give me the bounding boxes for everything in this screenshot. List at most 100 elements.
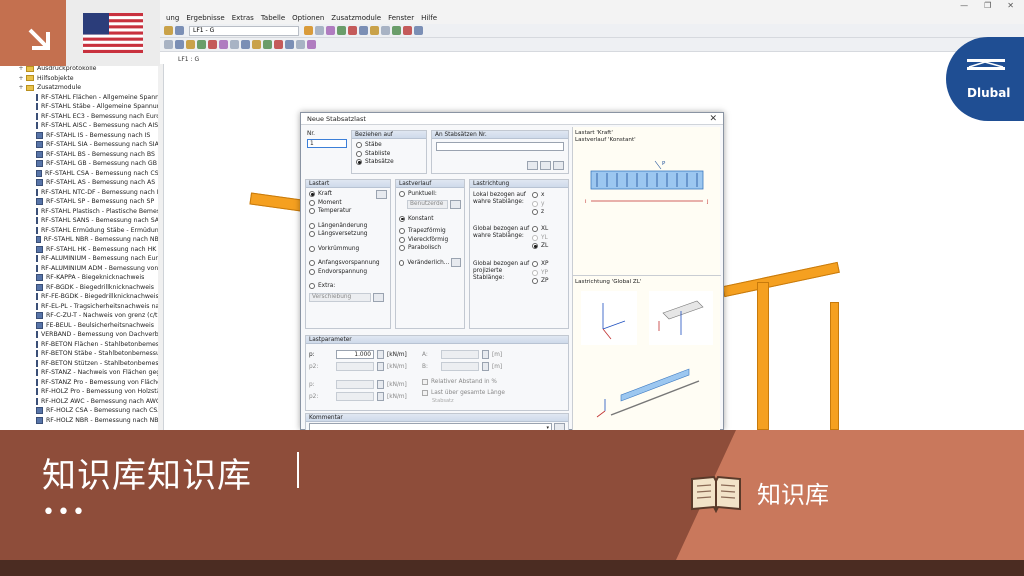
dlubal-logo[interactable] <box>946 37 1024 121</box>
tree-item[interactable]: RF-STAHL NTC-DF - Bemessung nach NT <box>14 188 163 198</box>
select-members-button[interactable] <box>527 161 538 170</box>
member-icon[interactable] <box>186 40 195 49</box>
tree-item[interactable]: RF-ALUMINIUM ADM - Bemessung von S <box>14 264 163 274</box>
us-flag-icon[interactable] <box>83 13 143 53</box>
p2-input[interactable] <box>336 362 374 371</box>
p3-spin-button[interactable] <box>377 380 384 389</box>
lastart-option-extra[interactable]: Extra: <box>309 282 387 291</box>
guide-icon[interactable] <box>296 40 305 49</box>
relative-distance-checkbox[interactable]: Relativer Abstand in % <box>422 378 497 387</box>
beziehen-option[interactable]: Stabsätze <box>356 158 422 167</box>
node-icon[interactable] <box>164 40 173 49</box>
lokal-option[interactable]: x <box>532 191 544 200</box>
b-input[interactable] <box>441 362 479 371</box>
tree-item[interactable]: RF-ALUMINIUM - Bemessung nach Eurod <box>14 254 163 264</box>
global-option[interactable]: XL <box>532 225 548 234</box>
full-length-checkbox[interactable]: Last über gesamte Länge <box>422 389 505 398</box>
lastart-option-laengsversetzung[interactable]: Längsversetzung <box>309 230 387 239</box>
member-sets-input[interactable] <box>436 142 564 151</box>
p-spin-button[interactable] <box>377 350 384 359</box>
more-dots[interactable]: ••• <box>42 500 87 525</box>
select-icon[interactable] <box>414 26 423 35</box>
tree-item[interactable]: RF-STAHL Flächen - Allgemeine Spannun <box>14 93 163 103</box>
kraft-settings-button[interactable] <box>376 189 387 199</box>
close-icon[interactable]: ✕ <box>1007 1 1014 10</box>
tree-item[interactable]: FE-BEUL - Beulsicherheitsnachweis <box>14 321 163 331</box>
loadcase-combo[interactable]: LF1 - G <box>189 25 299 36</box>
nr-input[interactable]: 1 <box>307 139 347 148</box>
mark-icon[interactable] <box>348 26 357 35</box>
menu-item-optionen[interactable]: Optionen <box>292 14 324 22</box>
dimension-icon[interactable] <box>285 40 294 49</box>
global-option[interactable]: ZL <box>532 242 548 251</box>
expand-icon[interactable]: + <box>18 84 24 91</box>
tree-item[interactable]: RF-STAHL Stäbe - Allgemeine Spannungs <box>14 102 163 112</box>
menu-item-ergebnisse[interactable]: Ergebnisse <box>186 14 224 22</box>
tree-item[interactable]: RF-KAPPA - Biegeknicknachweis <box>14 273 163 283</box>
b-spin-button[interactable] <box>482 362 489 371</box>
lastverlauf-option-parabolisch[interactable]: Parabolisch <box>399 244 461 253</box>
tree-item[interactable]: RF-BETON Flächen - Stahlbetonbemessur <box>14 340 163 350</box>
tree-item[interactable]: RF-HOLZ AWC - Bemessung nach AWC ( <box>14 397 163 407</box>
menu-item-hilfe[interactable]: Hilfe <box>421 14 437 22</box>
table-icon[interactable] <box>370 26 379 35</box>
display-icon[interactable] <box>326 26 335 35</box>
tree-item[interactable]: RF-HOLZ CSA - Bemessung nach CSA <box>14 406 163 416</box>
open-icon[interactable] <box>164 26 173 35</box>
tree-item[interactable]: RF-HOLZ NBR - Bemessung nach NBR <box>14 416 163 426</box>
p4-input[interactable] <box>336 392 374 401</box>
tree-item[interactable]: RF-STANZ - Nachweis von Flächen geger <box>14 368 163 378</box>
lastart-option-laengenaenderung[interactable]: Längenänderung <box>309 222 387 231</box>
lastart-option-temperatur[interactable]: Temperatur <box>309 207 387 216</box>
menu-item-zusatzmodule[interactable]: Zusatzmodule <box>331 14 381 22</box>
tree-item[interactable]: RF-EL-PL - Tragsicherheitsnachweis nach <box>14 302 163 312</box>
tree-item[interactable]: RF-STAHL SANS - Bemessung nach SANS <box>14 216 163 226</box>
tree-item[interactable]: RF-STAHL NBR - Bemessung nach NBR <box>14 235 163 245</box>
tree-item[interactable]: RF-FE-BGDK - Biegedrillknicknachweis m <box>14 292 163 302</box>
clear-members-button[interactable] <box>553 161 564 170</box>
p-input[interactable]: 1.000 <box>336 350 374 359</box>
tree-item[interactable]: RF-STAHL AISC - Bemessung nach AISC ( <box>14 121 163 131</box>
tree-item[interactable]: RF-STAHL CSA - Bemessung nach CSA <box>14 169 163 179</box>
pick-members-button[interactable] <box>540 161 551 170</box>
tree-item[interactable]: RF-STAHL Plastisch - Plastische Bemessur <box>14 207 163 217</box>
proj-option[interactable]: ZP <box>532 277 548 286</box>
category-label[interactable]: 知识库 <box>757 475 829 510</box>
view-icon[interactable] <box>337 26 346 35</box>
lastart-option-anfangsvorspannung[interactable]: Anfangsvorspannung <box>309 259 387 268</box>
tree-scrollbar[interactable] <box>158 64 163 430</box>
hinge-icon[interactable] <box>230 40 239 49</box>
beziehen-option[interactable]: Stabliste <box>356 150 422 159</box>
lastart-option-endvorspannung[interactable]: Endvorspannung <box>309 268 387 277</box>
veraenderlich-settings-button[interactable] <box>451 258 461 268</box>
a-spin-button[interactable] <box>482 350 489 359</box>
section-icon[interactable] <box>241 40 250 49</box>
tree-item[interactable]: RF-STANZ Pro - Bemessung von Flächen ge <box>14 378 163 388</box>
calc-icon[interactable] <box>304 26 313 35</box>
lastart-option-moment[interactable]: Moment <box>309 199 387 208</box>
tree-item[interactable]: + Hilfsobjekte <box>14 74 163 84</box>
support-icon[interactable] <box>208 40 217 49</box>
tree-item[interactable]: RF-STAHL GB - Bemessung nach GB <box>14 159 163 169</box>
tree-item[interactable]: RF-STAHL HK - Bemessung nach HK <box>14 245 163 255</box>
tree-item[interactable]: RF-STAHL BS - Bemessung nach BS <box>14 150 163 160</box>
tree-item[interactable]: RF-STAHL SIA - Bemessung nach SIA <box>14 140 163 150</box>
restore-icon[interactable]: ❐ <box>984 1 991 10</box>
a-input[interactable] <box>441 350 479 359</box>
snap-icon[interactable] <box>274 40 283 49</box>
extra-settings-button[interactable] <box>373 292 384 302</box>
tree-item[interactable]: RF-STAHL IS - Bemessung nach IS <box>14 131 163 141</box>
lastart-option-vorkruemmung[interactable]: Vorkrümmung <box>309 245 387 254</box>
expand-icon[interactable]: + <box>18 65 24 72</box>
rotate-icon[interactable] <box>392 26 401 35</box>
beziehen-option[interactable]: Stäbe <box>356 141 422 150</box>
expand-icon[interactable]: + <box>18 75 24 82</box>
results-icon[interactable] <box>315 26 324 35</box>
tree-item[interactable]: RF-STAHL AS - Bemessung nach AS <box>14 178 163 188</box>
line-icon[interactable] <box>175 40 184 49</box>
proj-option[interactable]: YP <box>532 269 548 278</box>
p4-spin-button[interactable] <box>377 392 384 401</box>
tree-item[interactable]: VERBAND - Bemessung von Dachverbänd <box>14 330 163 340</box>
global-option[interactable]: YL <box>532 234 548 243</box>
lastverlauf-option-veraenderlich[interactable]: Veränderlich... <box>399 258 461 268</box>
